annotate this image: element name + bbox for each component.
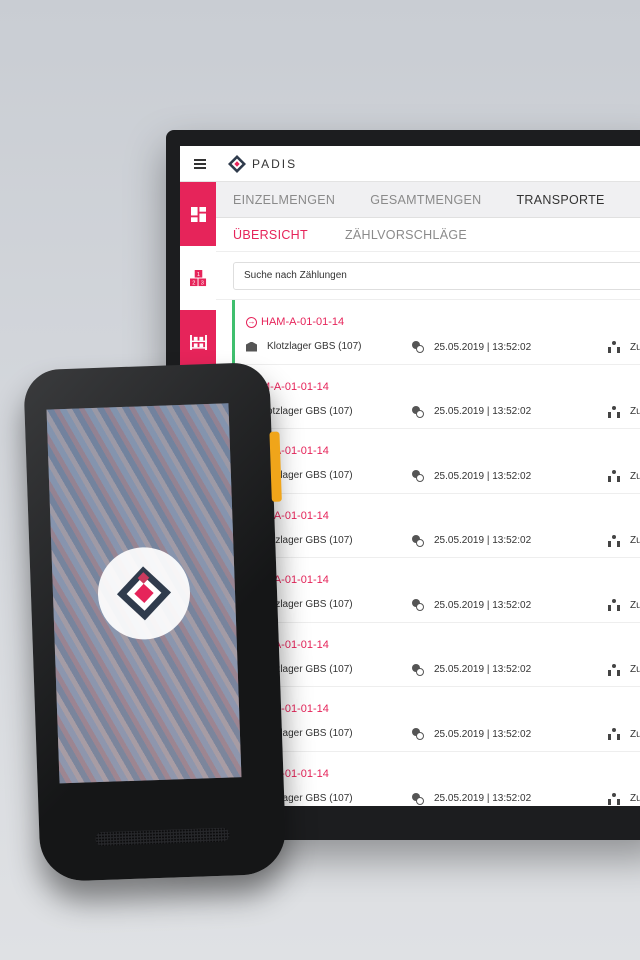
arrow-right-circle-icon: → [246, 316, 257, 328]
assignee-text: Zu [630, 341, 640, 353]
storage-rack-icon [189, 334, 207, 350]
brand-name: PADIS [252, 156, 298, 171]
handheld-device [23, 361, 287, 883]
timestamp-text: 25.05.2019 | 13:52:02 [434, 341, 532, 353]
list-item[interactable]: →M-A-01-01-14otzlager GBS (107)25.05.201… [216, 365, 640, 429]
time-check-icon [412, 599, 424, 611]
assignee: Zu [608, 599, 640, 611]
assign-user-icon [608, 728, 620, 740]
assign-user-icon [608, 470, 620, 482]
timestamp-text: 25.05.2019 | 13:52:02 [434, 535, 532, 546]
timestamp: 25.05.2019 | 13:52:02 [412, 405, 532, 418]
time-check-icon [412, 792, 424, 805]
timestamp-text: 25.05.2019 | 13:52:02 [434, 470, 532, 482]
timestamp-text: 25.05.2019 | 13:52:02 [434, 599, 532, 611]
assignee-text: Zu [630, 664, 640, 675]
tab-gesamtmengen[interactable]: GESAMTMENGEN [370, 193, 481, 207]
assignee: Zu [608, 341, 640, 353]
timestamp-text: 25.05.2019 | 13:52:02 [434, 793, 532, 804]
logo: PADIS [228, 154, 298, 173]
timestamp: 25.05.2019 | 13:52:02 [412, 728, 531, 740]
location-code-text: M-A-01-01-14 [261, 380, 329, 393]
assignee: Zu [608, 792, 640, 805]
dashboard-icon [190, 206, 206, 222]
list-item[interactable]: → HAM-A-01-01-14 Klotzlager GBS (107) 25.05… [216, 300, 640, 365]
tab-bar: EINZELMENGEN GESAMTMENGEN TRANSPORTE ZÄ [216, 182, 640, 218]
list-item[interactable]: →M-A-01-01-14otzlager GBS (107)25.05.201… [216, 558, 640, 623]
storage-location-text: otzlager GBS (107) [267, 405, 353, 417]
padis-logo-icon [116, 566, 172, 621]
warehouse-icon [246, 341, 257, 352]
timestamp: 25.05.2019 | 13:52:02 [412, 470, 531, 482]
timestamp: 25.05.2019 | 13:52:02 [412, 792, 532, 805]
timestamp-text: 25.05.2019 | 13:52:02 [434, 728, 532, 740]
list-item[interactable]: →M-A-01-01-14otzlager GBS (107)25.05.201… [216, 494, 640, 558]
assignee: Zu [608, 728, 640, 740]
sidebar-item-dashboard[interactable] [180, 182, 216, 246]
location-code-text: HAM-A-01-01-14 [261, 316, 345, 328]
assign-user-icon [608, 534, 620, 547]
location-code[interactable]: → HAM-A-01-01-14 [246, 316, 344, 328]
sidebar-item-counts[interactable]: 1 2 3 [180, 246, 216, 310]
time-check-icon [412, 470, 424, 482]
timestamp-text: 25.05.2019 | 13:52:02 [434, 664, 532, 675]
assignee-text: Zu [630, 470, 640, 482]
assignee: Zu [608, 470, 640, 482]
assignee: Zu [608, 663, 640, 676]
phone-screen [46, 403, 242, 784]
time-check-icon [412, 405, 424, 418]
subtab-zaehlvorschlaege[interactable]: ZÄHLVORSCHLÄGE [345, 228, 467, 242]
assignee-text: Zu [630, 535, 640, 546]
svg-text:2: 2 [192, 280, 195, 286]
time-check-icon [412, 728, 424, 740]
top-bar: PADIS [180, 146, 640, 182]
tab-transporte[interactable]: TRANSPORTE [516, 193, 604, 207]
time-check-icon [412, 341, 424, 353]
count-blocks-icon: 1 2 3 [189, 269, 206, 286]
assignee-text: Zu [630, 793, 640, 804]
search-input[interactable]: Suche nach Zählungen [233, 261, 640, 290]
storage-location-text: otzlager GBS (107) [267, 599, 353, 610]
speaker-grille [95, 827, 230, 847]
storage-location-text: Klotzlager GBS (107) [267, 341, 362, 352]
time-check-icon [412, 663, 424, 676]
svg-text:3: 3 [200, 280, 203, 286]
timestamp-text: 25.05.2019 | 13:52:02 [434, 406, 532, 417]
assignee-text: Zu [630, 728, 640, 740]
timestamp: 25.05.2019 | 13:52:02 [412, 663, 532, 676]
assignee-text: Zu [630, 406, 640, 417]
assignee: Zu [608, 405, 640, 418]
time-check-icon [412, 534, 424, 547]
assign-user-icon [608, 663, 620, 676]
storage-location-text: otzlager GBS (107) [267, 534, 353, 546]
search-area: Suche nach Zählungen [216, 252, 640, 300]
timestamp: 25.05.2019 | 13:52:02 [412, 341, 531, 353]
timestamp: 25.05.2019 | 13:52:02 [412, 599, 531, 611]
tab-einzelmengen[interactable]: EINZELMENGEN [233, 193, 335, 207]
assign-user-icon [608, 341, 620, 353]
subtab-uebersicht[interactable]: ÜBERSICHT [233, 228, 308, 242]
assign-user-icon [608, 405, 620, 418]
subtab-bar: ÜBERSICHT ZÄHLVORSCHLÄGE [216, 218, 640, 252]
assign-user-icon [608, 792, 620, 805]
svg-text:1: 1 [196, 272, 199, 278]
padis-logo-icon [228, 154, 246, 173]
assign-user-icon [608, 599, 620, 611]
phone-logo [96, 545, 192, 641]
assignee: Zu [608, 534, 640, 547]
assignee-text: Zu [630, 599, 640, 611]
storage-location: Klotzlager GBS (107) [246, 341, 362, 352]
timestamp: 25.05.2019 | 13:52:02 [412, 534, 532, 547]
menu-icon[interactable] [180, 146, 220, 182]
